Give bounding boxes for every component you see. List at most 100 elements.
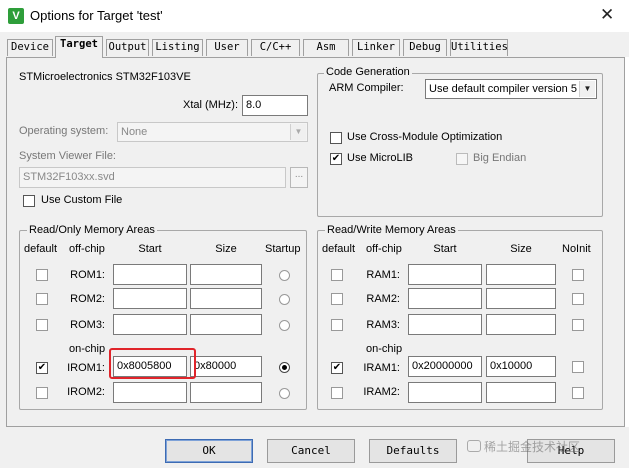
irom1-default-checkbox[interactable]: ✔: [36, 362, 48, 374]
app-icon: V: [8, 8, 24, 24]
ram3-start-input[interactable]: [408, 314, 482, 335]
tab-listing[interactable]: Listing: [152, 39, 203, 56]
arm-compiler-label: ARM Compiler:: [329, 82, 404, 94]
iram1-start-input[interactable]: 0x20000000: [408, 356, 482, 377]
ram2-noinit-checkbox[interactable]: [572, 293, 584, 305]
ram2-size-input[interactable]: [486, 288, 556, 309]
tab-c-cpp[interactable]: C/C++: [251, 39, 300, 56]
rom2-start-input[interactable]: [113, 288, 187, 309]
rom2-startup-radio[interactable]: [279, 294, 290, 305]
rom2-size-input[interactable]: [190, 288, 262, 309]
chevron-down-icon: ▼: [290, 124, 306, 140]
iram1-default-checkbox[interactable]: ✔: [331, 362, 343, 374]
tab-debug[interactable]: Debug: [403, 39, 447, 56]
use-custom-file-label: Use Custom File: [41, 194, 123, 206]
tab-device[interactable]: Device: [7, 39, 53, 56]
irom1-size-input[interactable]: 0x80000: [190, 356, 262, 377]
irom2-default-checkbox[interactable]: [36, 387, 48, 399]
svf-input[interactable]: STM32F103xx.svd: [19, 167, 286, 188]
microlib-label: Use MicroLIB: [347, 152, 414, 164]
ram3-size-input[interactable]: [486, 314, 556, 335]
watermark-icon: [467, 440, 481, 452]
os-select[interactable]: None ▼: [117, 122, 308, 142]
iram2-default-checkbox[interactable]: [331, 387, 343, 399]
rom1-startup-radio[interactable]: [279, 270, 290, 281]
cross-module-checkbox[interactable]: [330, 132, 342, 144]
rom3-startup-radio[interactable]: [279, 320, 290, 331]
tab-linker[interactable]: Linker: [352, 39, 400, 56]
rom3-label: ROM3:: [70, 319, 105, 331]
rom1-default-checkbox[interactable]: [36, 269, 48, 281]
ram-header-start: Start: [433, 243, 457, 255]
rom1-size-input[interactable]: [190, 264, 262, 285]
tab-asm[interactable]: Asm: [303, 39, 349, 56]
big-endian-checkbox[interactable]: [456, 153, 468, 165]
big-endian-label: Big Endian: [473, 152, 527, 164]
ram1-noinit-checkbox[interactable]: [572, 269, 584, 281]
irom2-startup-radio[interactable]: [279, 388, 290, 399]
rom3-default-checkbox[interactable]: [36, 319, 48, 331]
microlib-checkbox[interactable]: ✔: [330, 153, 342, 165]
compiler-select-value: Use default compiler version 5: [429, 83, 577, 95]
rom-header-offchip: off-chip: [69, 243, 105, 255]
iram2-size-input[interactable]: [486, 382, 556, 403]
rom-header-start: Start: [138, 243, 162, 255]
defaults-button[interactable]: Defaults: [369, 439, 457, 463]
rom1-label: ROM1:: [70, 269, 105, 281]
cancel-button[interactable]: Cancel: [267, 439, 355, 463]
rom-header-default: default: [24, 243, 58, 255]
iram2-start-input[interactable]: [408, 382, 482, 403]
highlight-box: [109, 348, 196, 379]
ram3-noinit-checkbox[interactable]: [572, 319, 584, 331]
tab-utilities[interactable]: Utilities: [450, 39, 508, 56]
cross-module-label: Use Cross-Module Optimization: [347, 131, 503, 143]
tab-user[interactable]: User: [206, 39, 248, 56]
ram3-default-checkbox[interactable]: [331, 319, 343, 331]
ram2-label: RAM2:: [366, 293, 400, 305]
ram3-label: RAM3:: [366, 319, 400, 331]
iram2-noinit-checkbox[interactable]: [572, 387, 584, 399]
irom2-size-input[interactable]: [190, 382, 262, 403]
xtal-label: Xtal (MHz):: [183, 99, 238, 111]
ram-group-label: Read/Write Memory Areas: [325, 224, 458, 236]
browse-button[interactable]: ...: [290, 167, 308, 188]
ram2-default-checkbox[interactable]: [331, 293, 343, 305]
tab-output[interactable]: Output: [106, 39, 149, 56]
ram1-default-checkbox[interactable]: [331, 269, 343, 281]
rom2-default-checkbox[interactable]: [36, 293, 48, 305]
irom2-label: IROM2:: [67, 386, 105, 398]
ram-header-noinit: NoInit: [562, 243, 591, 255]
rom3-size-input[interactable]: [190, 314, 262, 335]
iram2-label: IRAM2:: [363, 386, 400, 398]
iram1-label: IRAM1:: [363, 362, 400, 374]
close-icon[interactable]: ✕: [600, 5, 614, 25]
irom1-startup-radio[interactable]: [279, 362, 290, 373]
rom-header-size: Size: [215, 243, 237, 255]
os-label: Operating system:: [19, 125, 109, 137]
ram2-start-input[interactable]: [408, 288, 482, 309]
rom2-label: ROM2:: [70, 293, 105, 305]
svf-label: System Viewer File:: [19, 150, 116, 162]
code-generation-label: Code Generation: [324, 66, 412, 78]
os-select-value: None: [121, 126, 148, 138]
ram1-start-input[interactable]: [408, 264, 482, 285]
iram1-size-input[interactable]: 0x10000: [486, 356, 556, 377]
rom1-start-input[interactable]: [113, 264, 187, 285]
device-name: STMicroelectronics STM32F103VE: [19, 71, 191, 83]
rom3-start-input[interactable]: [113, 314, 187, 335]
xtal-input[interactable]: 8.0: [242, 95, 308, 116]
rom-header-startup: Startup: [265, 243, 301, 255]
ok-button[interactable]: OK: [165, 439, 253, 463]
irom2-start-input[interactable]: [113, 382, 187, 403]
use-custom-file-checkbox[interactable]: [23, 195, 35, 207]
ram1-size-input[interactable]: [486, 264, 556, 285]
iram1-noinit-checkbox[interactable]: [572, 361, 584, 373]
ram-onchip-label: on-chip: [366, 343, 403, 355]
watermark-text: 稀土掘金技术社区: [484, 440, 581, 454]
tab-target[interactable]: Target: [55, 36, 103, 58]
ram-header-default: default: [322, 243, 356, 255]
background-strip: [625, 57, 629, 427]
ram-header-offchip: off-chip: [366, 243, 402, 255]
irom1-label: IROM1:: [67, 362, 105, 374]
compiler-select[interactable]: Use default compiler version 5 ▼: [425, 79, 597, 99]
